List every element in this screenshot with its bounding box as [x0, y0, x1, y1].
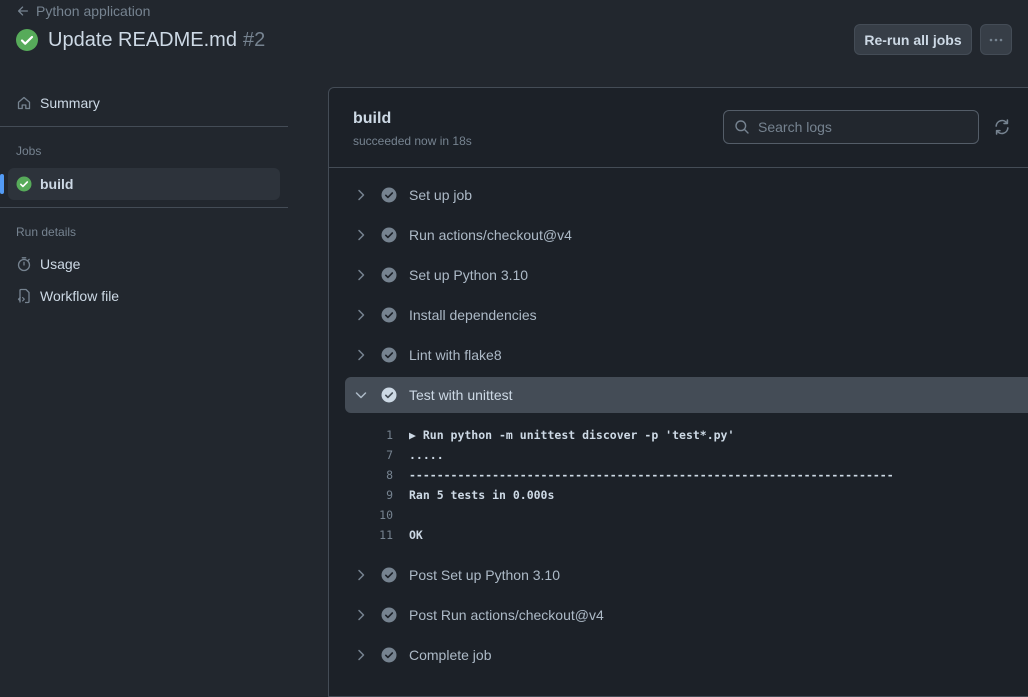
log-line-text[interactable]: ▶ Run python -m unittest discover -p 'te…: [409, 428, 734, 442]
refresh-icon[interactable]: [993, 118, 1011, 136]
step-set-up-job[interactable]: Set up job: [345, 177, 1028, 213]
chevron-right-icon: [358, 569, 365, 581]
log-line-number[interactable]: 9: [361, 488, 393, 502]
chevron-right-icon: [358, 309, 365, 321]
step-label: Set up job: [409, 187, 473, 203]
stopwatch-icon: [17, 257, 31, 272]
sidebar-divider: [0, 126, 288, 127]
step-complete-job[interactable]: Complete job: [345, 637, 1028, 673]
log-line-number[interactable]: 11: [361, 528, 393, 542]
step-label: Lint with flake8: [409, 347, 502, 363]
sidebar-item-label: build: [40, 176, 74, 192]
run-header: Python application Update README.md #2 Re…: [0, 0, 1028, 86]
back-to-workflow-link[interactable]: Python application: [16, 2, 150, 20]
search-logs-input[interactable]: [758, 119, 958, 135]
arrow-left-icon: [17, 6, 29, 16]
log-line-number[interactable]: 8: [361, 468, 393, 482]
check-circle-icon: [381, 647, 397, 663]
sidebar-item-workflow-file[interactable]: Workflow file: [8, 280, 280, 312]
chevron-right-icon: [358, 189, 365, 201]
log-line-text: .....: [409, 448, 444, 462]
search-icon: [735, 120, 749, 134]
log-line: 1 ▶ Run python -m unittest discover -p '…: [361, 425, 1021, 445]
log-line-text: Ran 5 tests in 0.000s: [409, 488, 555, 502]
run-number: #2: [242, 28, 266, 51]
kebab-horizontal-icon: [989, 38, 1003, 41]
jobs-heading: Jobs: [16, 144, 42, 158]
step-label: Post Set up Python 3.10: [409, 567, 560, 583]
log-line: 8 --------------------------------------…: [361, 465, 1021, 485]
check-circle-icon: [381, 267, 397, 283]
job-status-text: succeeded now in 18s: [353, 134, 472, 148]
step-label: Test with unittest: [409, 387, 513, 403]
run-details-heading: Run details: [16, 225, 77, 239]
step-post-set-up-python[interactable]: Post Set up Python 3.10: [345, 557, 1028, 593]
active-indicator: [0, 174, 4, 194]
home-icon: [17, 96, 31, 110]
success-check-icon: [16, 176, 32, 192]
sidebar-item-label: Workflow file: [40, 288, 120, 304]
success-check-icon: [16, 29, 38, 51]
log-line-number[interactable]: 10: [361, 508, 393, 522]
sidebar-item-summary[interactable]: Summary: [8, 87, 280, 119]
log-line-number[interactable]: 7: [361, 448, 393, 462]
check-circle-icon: [381, 607, 397, 623]
step-lint-flake8[interactable]: Lint with flake8: [345, 337, 1028, 373]
step-label: Complete job: [409, 647, 492, 663]
file-code-icon: [17, 288, 30, 304]
more-options-button[interactable]: [980, 24, 1012, 55]
log-line-number[interactable]: 1: [361, 428, 393, 442]
log-line-text: OK: [409, 528, 423, 542]
step-label: Post Run actions/checkout@v4: [409, 607, 604, 623]
check-circle-icon: [381, 387, 397, 403]
step-checkout[interactable]: Run actions/checkout@v4: [345, 217, 1028, 253]
log-line: 9 Ran 5 tests in 0.000s: [361, 485, 1021, 505]
step-post-checkout[interactable]: Post Run actions/checkout@v4: [345, 597, 1028, 633]
chevron-right-icon: [358, 649, 365, 661]
run-title: Update README.md #2: [48, 29, 265, 52]
back-link-label: Python application: [36, 3, 151, 19]
sidebar-item-build[interactable]: build: [0, 168, 280, 200]
sidebar: Summary Jobs build Run details Usage Wor…: [0, 86, 288, 683]
sidebar-item-label: Summary: [40, 95, 100, 111]
chevron-down-icon: [355, 392, 367, 399]
step-test-unittest[interactable]: Test with unittest: [345, 377, 1028, 413]
chevron-right-icon: [358, 269, 365, 281]
step-label: Install dependencies: [409, 307, 537, 323]
chevron-right-icon: [358, 609, 365, 621]
log-line: 10: [361, 505, 1021, 525]
job-header: build succeeded now in 18s: [329, 88, 1028, 168]
check-circle-icon: [381, 227, 397, 243]
sidebar-item-label: Usage: [40, 256, 81, 272]
check-circle-icon: [381, 307, 397, 323]
check-circle-icon: [381, 187, 397, 203]
sidebar-item-usage[interactable]: Usage: [8, 248, 280, 280]
job-title: build: [353, 110, 392, 127]
rerun-all-jobs-button[interactable]: Re-run all jobs: [854, 24, 972, 55]
page-title: Update README.md #2: [15, 26, 265, 54]
search-logs-box[interactable]: [723, 110, 979, 144]
job-panel: build succeeded now in 18s Set up job Ru…: [328, 87, 1028, 697]
run-title-text: Update README.md: [48, 28, 237, 51]
log-line-text: ----------------------------------------…: [409, 468, 894, 482]
check-circle-icon: [381, 567, 397, 583]
sidebar-divider: [0, 207, 288, 208]
step-set-up-python[interactable]: Set up Python 3.10: [345, 257, 1028, 293]
chevron-right-icon: [358, 229, 365, 241]
step-label: Set up Python 3.10: [409, 267, 529, 283]
step-label: Run actions/checkout@v4: [409, 227, 572, 243]
step-install-dependencies[interactable]: Install dependencies: [345, 297, 1028, 333]
check-circle-icon: [381, 347, 397, 363]
chevron-right-icon: [358, 349, 365, 361]
log-line: 11 OK: [361, 525, 1021, 545]
log-line: 7 .....: [361, 445, 1021, 465]
